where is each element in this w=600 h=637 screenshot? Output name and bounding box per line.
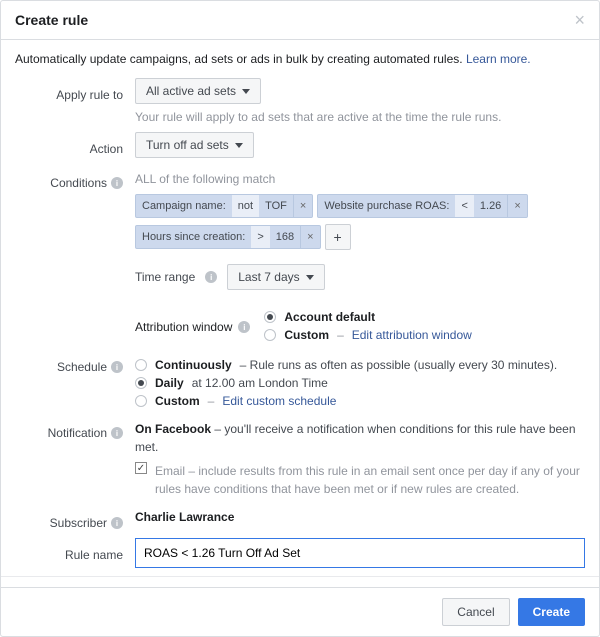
chip-val: 1.26 — [474, 195, 507, 217]
chip-remove-icon[interactable]: × — [507, 195, 526, 217]
cancel-button[interactable]: Cancel — [442, 598, 509, 626]
info-icon[interactable]: i — [238, 321, 250, 333]
modal-title: Create rule — [15, 12, 88, 28]
schedule-continuous-label: Continuously — [155, 358, 232, 372]
caret-down-icon — [306, 275, 314, 280]
schedule-daily-desc: at 12.00 am London Time — [192, 376, 328, 390]
action-value: Turn off ad sets — [146, 138, 229, 152]
schedule-custom-radio[interactable] — [135, 395, 147, 407]
label-notification: Notification — [48, 426, 107, 440]
chip-field: Hours since creation: — [136, 226, 251, 248]
info-icon[interactable]: i — [111, 177, 123, 189]
create-button[interactable]: Create — [518, 598, 585, 626]
chip-field: Website purchase ROAS: — [318, 195, 455, 217]
time-range-value: Last 7 days — [238, 270, 299, 284]
conditions-header: ALL of the following match — [135, 172, 585, 186]
edit-schedule-link[interactable]: Edit custom schedule — [222, 394, 336, 408]
info-icon[interactable]: i — [111, 517, 123, 529]
time-range-dropdown[interactable]: Last 7 days — [227, 264, 324, 290]
rule-name-input[interactable] — [135, 538, 585, 568]
apply-rule-to-dropdown[interactable]: All active ad sets — [135, 78, 261, 104]
condition-chip[interactable]: Hours since creation: > 168 × — [135, 225, 321, 249]
chip-remove-icon[interactable]: × — [300, 226, 319, 248]
attribution-label: Attribution window — [135, 320, 232, 334]
label-subscriber: Subscriber — [50, 516, 107, 530]
label-rule-name: Rule name — [15, 538, 135, 562]
edit-attribution-link[interactable]: Edit attribution window — [352, 328, 472, 342]
email-checkbox[interactable]: ✓ — [135, 462, 147, 474]
condition-chip[interactable]: Campaign name: not TOF × — [135, 194, 313, 218]
chip-field: Campaign name: — [136, 195, 232, 217]
chip-op: < — [455, 195, 473, 217]
chip-val: 168 — [270, 226, 300, 248]
attribution-custom-label: Custom — [284, 328, 329, 342]
label-schedule: Schedule — [57, 360, 107, 374]
notification-fb-label: On Facebook — [135, 422, 211, 436]
caret-down-icon — [235, 143, 243, 148]
learn-more-link[interactable]: Learn more. — [466, 52, 531, 66]
chip-val: TOF — [259, 195, 293, 217]
label-action: Action — [15, 132, 135, 156]
info-icon[interactable]: i — [111, 427, 123, 439]
notification-email-desc: – include results from this rule in an e… — [155, 464, 580, 496]
time-range-label: Time range — [135, 270, 195, 284]
chip-op: > — [251, 226, 269, 248]
add-condition-button[interactable]: + — [325, 224, 351, 250]
attribution-default-radio[interactable] — [264, 311, 276, 323]
close-icon[interactable]: × — [574, 11, 585, 29]
label-apply-rule-to: Apply rule to — [15, 78, 135, 102]
chip-remove-icon[interactable]: × — [293, 195, 312, 217]
schedule-continuous-desc: – Rule runs as often as possible (usuall… — [240, 358, 558, 372]
schedule-daily-radio[interactable] — [135, 377, 147, 389]
schedule-continuous-radio[interactable] — [135, 359, 147, 371]
info-icon[interactable]: i — [205, 271, 217, 283]
schedule-daily-label: Daily — [155, 376, 184, 390]
apply-rule-to-value: All active ad sets — [146, 84, 236, 98]
condition-chip[interactable]: Website purchase ROAS: < 1.26 × — [317, 194, 527, 218]
apply-rule-to-help: Your rule will apply to ad sets that are… — [135, 110, 585, 124]
subtitle-text: Automatically update campaigns, ad sets … — [15, 52, 463, 66]
schedule-custom-label: Custom — [155, 394, 200, 408]
attribution-custom-radio[interactable] — [264, 329, 276, 341]
notification-email-label: Email — [155, 464, 185, 478]
action-dropdown[interactable]: Turn off ad sets — [135, 132, 254, 158]
subscriber-name: Charlie Lawrance — [135, 510, 234, 524]
chip-op: not — [232, 195, 259, 217]
label-conditions: Conditions — [50, 176, 107, 190]
attribution-default-label: Account default — [284, 310, 375, 324]
info-icon[interactable]: i — [111, 361, 123, 373]
caret-down-icon — [242, 89, 250, 94]
